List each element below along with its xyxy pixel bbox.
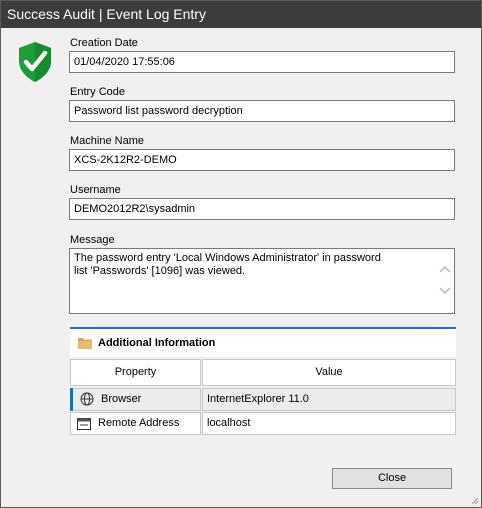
- creation-date-field[interactable]: 01/04/2020 17:55:06: [69, 51, 455, 73]
- machine-name-label: Machine Name: [70, 135, 144, 147]
- window-title: Success Audit | Event Log Entry: [1, 1, 481, 28]
- message-line-2: list 'Passwords' [1096] was viewed.: [74, 265, 246, 277]
- additional-info-header: Additional Information: [70, 327, 456, 357]
- success-shield-icon: [19, 42, 51, 82]
- column-header-property[interactable]: Property: [70, 359, 201, 386]
- message-line-1: The password entry 'Local Windows Admini…: [74, 252, 381, 264]
- additional-info-title: Additional Information: [98, 337, 216, 349]
- folder-icon: [78, 338, 92, 349]
- username-label: Username: [70, 184, 121, 196]
- value-cell: localhost: [202, 412, 456, 435]
- value-cell: InternetExplorer 11.0: [202, 388, 456, 411]
- event-log-dialog: Success Audit | Event Log Entry Creation…: [0, 0, 482, 508]
- close-button[interactable]: Close: [332, 468, 452, 489]
- machine-name-field[interactable]: XCS-2K12R2-DEMO: [69, 149, 455, 171]
- entry-code-field[interactable]: Password list password decryption: [69, 100, 455, 122]
- message-textarea[interactable]: The password entry 'Local Windows Admini…: [69, 248, 455, 314]
- globe-icon: [80, 392, 94, 406]
- selection-indicator: [70, 388, 73, 411]
- scroll-down-icon[interactable]: [438, 285, 452, 297]
- monitor-icon: [77, 418, 91, 430]
- resize-grip-icon[interactable]: [469, 495, 479, 505]
- message-label: Message: [70, 234, 115, 246]
- creation-date-label: Creation Date: [70, 37, 138, 49]
- scroll-up-icon[interactable]: [438, 263, 452, 275]
- message-text: The password entry 'Local Windows Admini…: [74, 252, 404, 278]
- username-field[interactable]: DEMO2012R2\sysadmin: [69, 198, 455, 220]
- entry-code-label: Entry Code: [70, 86, 126, 98]
- column-header-value[interactable]: Value: [202, 359, 456, 386]
